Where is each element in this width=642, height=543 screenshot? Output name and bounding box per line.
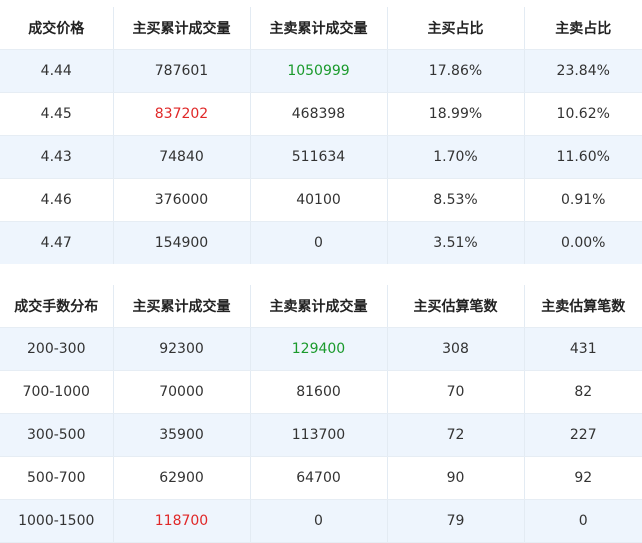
table-row: 300-500 35900 113700 72 227 [0, 413, 642, 457]
table-row: 4.45 837202 468398 18.99% 10.62% [0, 92, 642, 136]
header-sell-volume[interactable]: 主卖累计成交量 [250, 7, 388, 50]
cell-buy-volume: 837202 [113, 92, 251, 136]
cell-sell-volume: 129400 [250, 327, 388, 371]
cell-lot-range: 1000-1500 [0, 499, 114, 543]
cell-buy-ratio: 3.51% [387, 221, 525, 265]
cell-buy-volume: 70000 [113, 370, 251, 414]
header-sell-count[interactable]: 主卖估算笔数 [524, 285, 642, 328]
cell-buy-ratio: 17.86% [387, 49, 525, 93]
header-lot-range[interactable]: 成交手数分布 [0, 285, 114, 328]
cell-buy-volume: 74840 [113, 135, 251, 179]
cell-sell-volume: 81600 [250, 370, 388, 414]
cell-buy-ratio: 8.53% [387, 178, 525, 222]
cell-sell-volume: 0 [250, 499, 388, 543]
cell-price: 4.47 [0, 221, 114, 265]
cell-sell-count: 431 [524, 327, 642, 371]
cell-sell-count: 92 [524, 456, 642, 500]
cell-buy-volume: 376000 [113, 178, 251, 222]
cell-price: 4.43 [0, 135, 114, 179]
cell-sell-ratio: 10.62% [524, 92, 642, 136]
cell-buy-ratio: 1.70% [387, 135, 525, 179]
cell-buy-volume: 62900 [113, 456, 251, 500]
header-buy-volume[interactable]: 主买累计成交量 [113, 285, 251, 328]
header-buy-volume[interactable]: 主买累计成交量 [113, 7, 251, 50]
table-row: 700-1000 70000 81600 70 82 [0, 370, 642, 414]
cell-lot-range: 500-700 [0, 456, 114, 500]
cell-sell-volume: 40100 [250, 178, 388, 222]
cell-buy-count: 90 [387, 456, 525, 500]
cell-sell-volume: 468398 [250, 92, 388, 136]
cell-price: 4.46 [0, 178, 114, 222]
cell-buy-count: 70 [387, 370, 525, 414]
cell-lot-range: 300-500 [0, 413, 114, 457]
cell-sell-ratio: 11.60% [524, 135, 642, 179]
table-row: 4.44 787601 1050999 17.86% 23.84% [0, 49, 642, 93]
header-buy-count[interactable]: 主买估算笔数 [387, 285, 525, 328]
table-row: 4.46 376000 40100 8.53% 0.91% [0, 178, 642, 222]
cell-sell-count: 82 [524, 370, 642, 414]
cell-sell-count: 227 [524, 413, 642, 457]
header-sell-ratio[interactable]: 主卖占比 [524, 7, 642, 50]
cell-sell-volume: 113700 [250, 413, 388, 457]
cell-lot-range: 700-1000 [0, 370, 114, 414]
table-row: 1000-1500 118700 0 79 0 [0, 499, 642, 543]
cell-price: 4.45 [0, 92, 114, 136]
price-distribution-table: 成交价格 主买累计成交量 主卖累计成交量 主买占比 主卖占比 4.44 7876… [0, 7, 642, 265]
cell-buy-volume: 787601 [113, 49, 251, 93]
table-header-row: 成交价格 主买累计成交量 主卖累计成交量 主买占比 主卖占比 [0, 7, 642, 50]
cell-buy-volume: 154900 [113, 221, 251, 265]
cell-lot-range: 200-300 [0, 327, 114, 371]
cell-sell-volume: 1050999 [250, 49, 388, 93]
cell-buy-ratio: 18.99% [387, 92, 525, 136]
cell-sell-volume: 511634 [250, 135, 388, 179]
cell-sell-volume: 64700 [250, 456, 388, 500]
cell-buy-volume: 35900 [113, 413, 251, 457]
header-buy-ratio[interactable]: 主买占比 [387, 7, 525, 50]
cell-sell-volume: 0 [250, 221, 388, 265]
table-row: 200-300 92300 129400 308 431 [0, 327, 642, 371]
header-price[interactable]: 成交价格 [0, 7, 114, 50]
cell-buy-count: 72 [387, 413, 525, 457]
table-row: 500-700 62900 64700 90 92 [0, 456, 642, 500]
cell-sell-ratio: 0.91% [524, 178, 642, 222]
cell-sell-ratio: 0.00% [524, 221, 642, 265]
header-sell-volume[interactable]: 主卖累计成交量 [250, 285, 388, 328]
cell-buy-volume: 92300 [113, 327, 251, 371]
table-separator [0, 264, 642, 285]
table-row: 4.47 154900 0 3.51% 0.00% [0, 221, 642, 265]
lot-distribution-table: 成交手数分布 主买累计成交量 主卖累计成交量 主买估算笔数 主卖估算笔数 200… [0, 285, 642, 543]
cell-buy-volume: 118700 [113, 499, 251, 543]
cell-sell-ratio: 23.84% [524, 49, 642, 93]
cell-buy-count: 308 [387, 327, 525, 371]
cell-buy-count: 79 [387, 499, 525, 543]
cell-sell-count: 0 [524, 499, 642, 543]
table-header-row: 成交手数分布 主买累计成交量 主卖累计成交量 主买估算笔数 主卖估算笔数 [0, 285, 642, 328]
table-row: 4.43 74840 511634 1.70% 11.60% [0, 135, 642, 179]
cell-price: 4.44 [0, 49, 114, 93]
